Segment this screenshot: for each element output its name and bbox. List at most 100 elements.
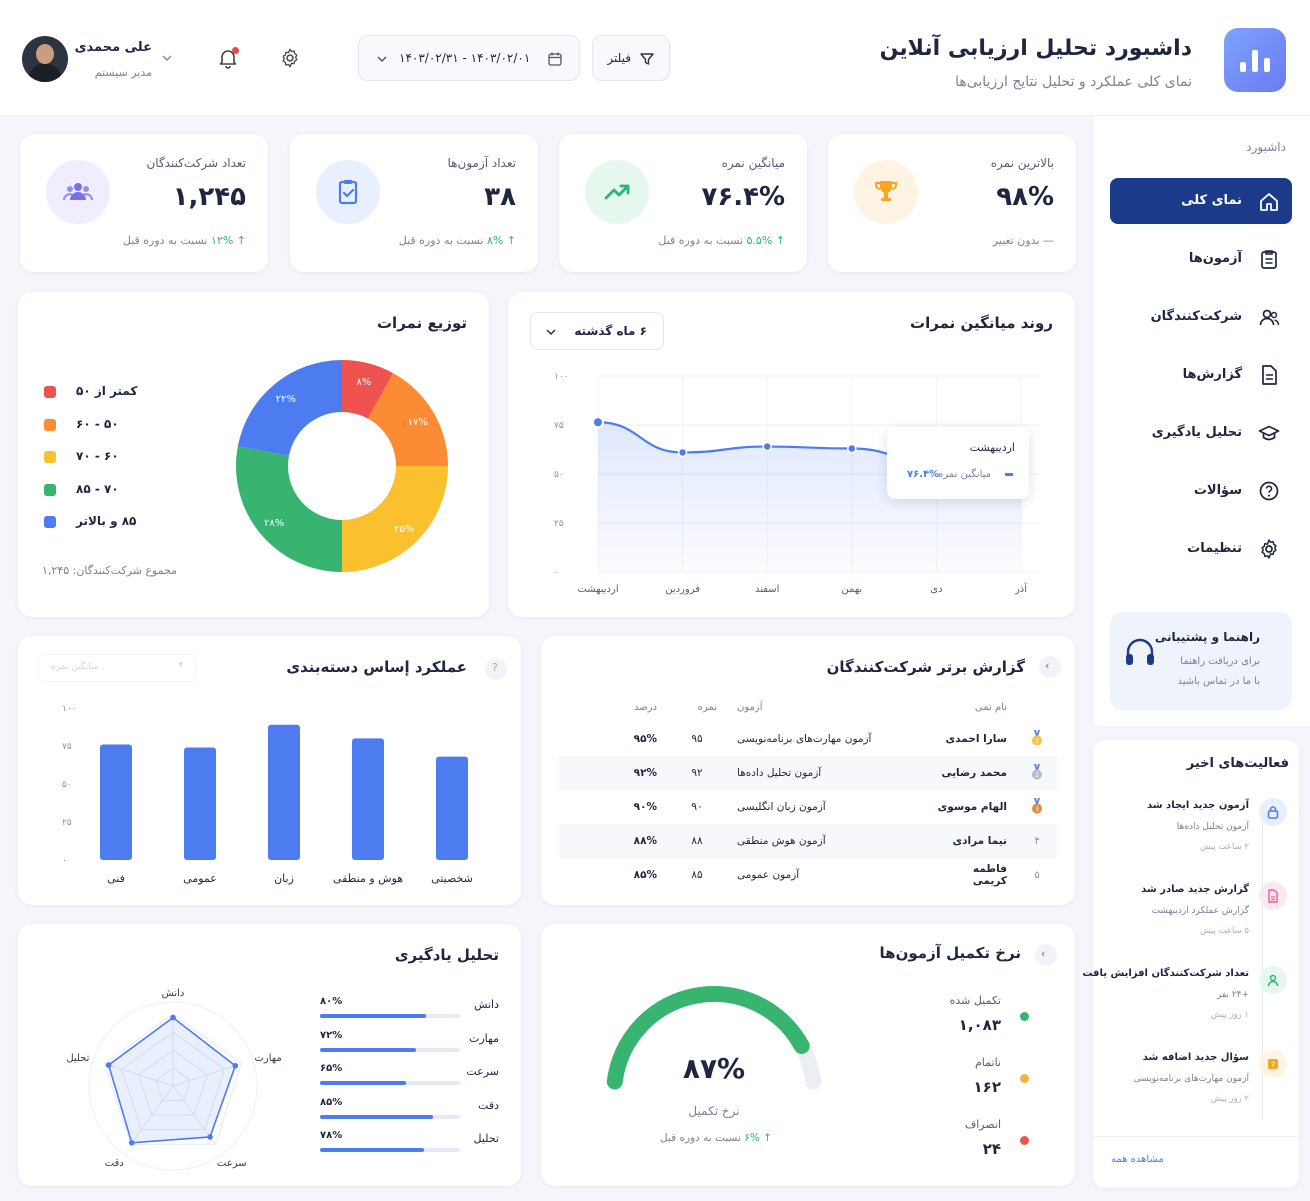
users-icon-bg bbox=[46, 160, 110, 224]
divider bbox=[1093, 1136, 1299, 1137]
learning-bar-fill bbox=[320, 1047, 416, 1052]
stat-value: ۹۸% bbox=[996, 182, 1054, 212]
sidebar-item-overview[interactable]: نمای کلی bbox=[1110, 178, 1292, 224]
radar-point[interactable] bbox=[170, 1014, 176, 1021]
tooltip-month: اردیبهشت bbox=[969, 441, 1015, 454]
category-bar[interactable] bbox=[100, 744, 132, 860]
activity-title: گزارش جدید صادر شد bbox=[1141, 884, 1249, 895]
settings-gear-icon[interactable] bbox=[279, 47, 301, 69]
learning-value: ۶۵% bbox=[320, 1063, 343, 1074]
filter-button[interactable]: فیلتر bbox=[592, 35, 670, 81]
trend-point[interactable] bbox=[677, 447, 688, 458]
y-tick-label: ۰ bbox=[62, 856, 67, 866]
x-tick-label: اسفند bbox=[755, 584, 779, 595]
view-all-link[interactable]: مشاهده همه bbox=[1111, 1154, 1164, 1165]
learning-bar-fill bbox=[320, 1081, 407, 1085]
slice-label: ۱۷% bbox=[408, 417, 428, 428]
completion-legend-value: ۱,۰۸۳ bbox=[958, 1016, 1001, 1034]
table-row[interactable]: ۵ فاطمه کریمی آزمون عمومی ۸۵ ۸۵% bbox=[559, 858, 1057, 892]
donut-slice[interactable] bbox=[235, 446, 342, 572]
trend-point[interactable] bbox=[592, 416, 604, 429]
date-range-picker[interactable]: ۱۴۰۳/۰۲/۰۱ - ۱۴۰۳/۰۲/۳۱ bbox=[358, 35, 580, 81]
trend-tooltip: اردیبهشت میانگین نمره ۷۶.۴% bbox=[887, 427, 1029, 499]
user-avatar[interactable] bbox=[22, 36, 68, 82]
expand-icon[interactable]: › bbox=[1039, 656, 1061, 678]
radar-axis-label: دقت bbox=[105, 1158, 124, 1169]
y-tick-label: ۲۵ bbox=[554, 519, 564, 529]
y-tick-label: ۱۰۰ bbox=[554, 372, 569, 382]
activity-time: ۲ روز پیش bbox=[1210, 1094, 1249, 1104]
radar-point[interactable] bbox=[232, 1062, 239, 1069]
category-bar[interactable] bbox=[184, 747, 216, 860]
exam-name: آزمون عمومی bbox=[737, 869, 800, 881]
radar-point[interactable] bbox=[105, 1062, 112, 1068]
metric-select[interactable]: میانگین نمره ▾ bbox=[38, 654, 196, 682]
radar-point[interactable] bbox=[207, 1134, 213, 1140]
stat-value: ۷۶.۴% bbox=[701, 182, 785, 212]
period-dropdown[interactable]: ۶ ماه گذشته bbox=[530, 312, 664, 350]
slice-label: ۸% bbox=[356, 377, 371, 388]
score-cell: ۹۵ bbox=[691, 733, 703, 745]
participant-name: سارا احمدی bbox=[945, 733, 1007, 745]
donut-slice[interactable] bbox=[342, 466, 448, 572]
sidebar-item-settings[interactable]: تنظیمات bbox=[1110, 526, 1292, 572]
participant-name: فاطمه کریمی bbox=[972, 863, 1007, 887]
legend-item: ۶۰ - ۷۰ bbox=[44, 449, 164, 467]
clipboard-check-icon bbox=[338, 180, 358, 205]
sidebar-item-label: سؤالات bbox=[1193, 483, 1242, 498]
trend-point[interactable] bbox=[847, 443, 857, 454]
users-icon bbox=[62, 183, 94, 201]
stat-change-text: — بدون تغییر bbox=[992, 234, 1054, 247]
clipboard-check-icon-bg bbox=[316, 160, 380, 224]
learning-value: ۸۰% bbox=[320, 996, 343, 1007]
sidebar-item-learning[interactable]: تحلیل یادگیری bbox=[1110, 410, 1292, 456]
category-bar[interactable] bbox=[268, 724, 300, 860]
table-row[interactable]: 2 محمد رضایی آزمون تحلیل داده‌ها ۹۲ ۹۲% bbox=[559, 756, 1057, 790]
y-tick-label: ۰ bbox=[554, 568, 559, 578]
y-tick-label: ۵۰ bbox=[554, 470, 564, 480]
expand-icon[interactable]: › bbox=[1035, 944, 1057, 966]
question-icon: ? bbox=[1259, 1050, 1287, 1078]
sidebar: داشبورد نمای کلی آزمون‌ها شرکت‌کنندگان گزار… bbox=[1094, 116, 1310, 726]
notifications-bell-icon[interactable] bbox=[216, 46, 240, 70]
participant-count-card: تعداد شرکت‌کنندگان ۱,۲۴۵ ↑ ۱۲% نسبت به دور… bbox=[20, 134, 268, 272]
x-tick-label: زبان bbox=[274, 872, 294, 885]
sidebar-item-reports[interactable]: گزارش‌ها bbox=[1110, 352, 1292, 398]
trend-point[interactable] bbox=[762, 441, 772, 452]
x-tick-label: اردیبهشت bbox=[577, 584, 618, 595]
trophy-icon-bg bbox=[854, 160, 918, 224]
rank-cell: 1 bbox=[1017, 722, 1057, 756]
average-score-card: میانگین نمره ۷۶.۴% ↑ ۵.۵% نسبت به دوره قبل bbox=[559, 134, 807, 272]
table-row[interactable]: 1 سارا احمدی آزمون مهارت‌های برنامه‌نویسی ۹… bbox=[559, 722, 1057, 756]
sidebar-item-questions[interactable]: سؤالات bbox=[1110, 468, 1292, 514]
category-bar[interactable] bbox=[352, 738, 384, 860]
participant-name: الهام موسوی bbox=[937, 801, 1007, 813]
category-bar[interactable] bbox=[436, 756, 468, 860]
learning-bar-fill bbox=[320, 1014, 427, 1018]
table-row[interactable]: ۴ نیما مرادی آزمون هوش منطقی ۸۸ ۸۸% bbox=[559, 824, 1057, 858]
completion-legend-value: ۲۴ bbox=[982, 1140, 1001, 1158]
x-tick-label: دی bbox=[930, 584, 942, 595]
top-header: داشبورد تحلیل ارزیابی آنلاین نمای کلی عم… bbox=[0, 0, 1310, 116]
stat-change-text: نسبت به دوره قبل bbox=[658, 234, 747, 247]
sidebar-item-label: تنظیمات bbox=[1187, 541, 1242, 556]
stat-change: ↑ ۵.۵% نسبت به دوره قبل bbox=[658, 234, 785, 247]
y-tick-label: ۷۵ bbox=[554, 421, 564, 431]
category-card: ? عملکرد إساس دسته‌بندی میانگین نمره ▾ ۰… bbox=[18, 636, 521, 905]
help-support-card[interactable]: راهنما و پشتیبانی برای دریافت راهنما با … bbox=[1110, 612, 1292, 710]
top-report-title: گزارش برتر شرکت‌کنندگان bbox=[826, 658, 1025, 676]
user-menu-chevron-icon[interactable] bbox=[161, 52, 173, 64]
radar-point[interactable] bbox=[128, 1139, 135, 1146]
question-icon bbox=[1259, 481, 1279, 501]
tooltip-value: ۷۶.۴% bbox=[907, 469, 940, 480]
donut-slice[interactable] bbox=[237, 360, 342, 456]
activity-desc: +۲۴ نفر bbox=[1216, 990, 1249, 1000]
stat-change-text: نسبت به دوره قبل bbox=[122, 234, 211, 247]
x-tick-label: بهمن bbox=[841, 584, 862, 595]
trend-title: روند میانگین نمرات bbox=[910, 314, 1053, 332]
sidebar-item-exams[interactable]: آزمون‌ها bbox=[1110, 236, 1292, 282]
trend-up-icon-bg bbox=[585, 160, 649, 224]
help-icon[interactable]: ? bbox=[485, 658, 507, 680]
sidebar-item-participants[interactable]: شرکت‌کنندگان bbox=[1110, 294, 1292, 340]
table-row[interactable]: 3 الهام موسوی آزمون زبان انگلیسی ۹۰ ۹۰% bbox=[559, 790, 1057, 824]
